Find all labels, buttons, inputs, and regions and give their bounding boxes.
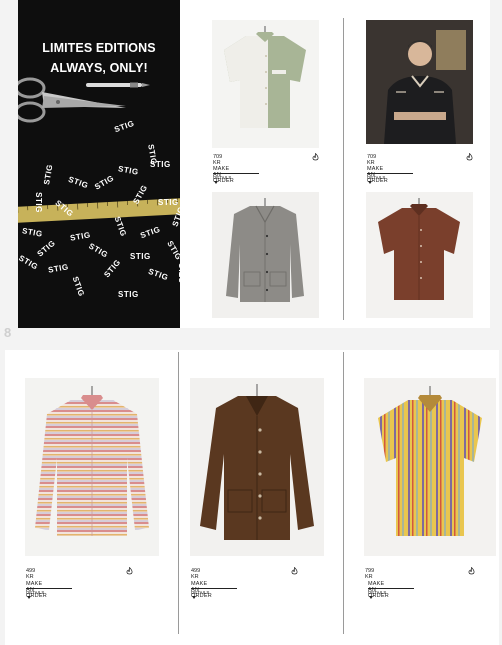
caret-down-icon[interactable] — [369, 596, 373, 599]
product-photo[interactable] — [212, 20, 319, 148]
stig-watermark: STIG — [33, 192, 43, 213]
stig-watermark: STIG — [177, 262, 180, 283]
shirt-image — [224, 26, 306, 128]
product-price: 799 KR — [365, 568, 375, 580]
product-price: 709 KR — [213, 154, 223, 166]
caret-down-icon[interactable] — [214, 181, 218, 184]
column-divider — [343, 352, 344, 634]
model-image — [366, 20, 473, 144]
stig-watermark: STIG — [35, 238, 58, 259]
stig-watermark: STIG — [70, 275, 87, 298]
caret-down-icon[interactable] — [27, 596, 31, 599]
pen-icon — [86, 82, 150, 88]
stig-watermark: STIG — [69, 230, 92, 243]
shirt-image — [378, 386, 482, 536]
order-underline — [26, 588, 72, 589]
scissors-icon — [18, 77, 126, 123]
product-photo[interactable] — [25, 378, 159, 556]
details-link[interactable]: DETAILS — [367, 175, 385, 180]
stig-watermark: STIG — [130, 252, 151, 261]
product-photo[interactable] — [364, 378, 496, 556]
jacket-image — [200, 384, 314, 540]
order-underline — [213, 173, 259, 174]
flame-icon[interactable] — [291, 567, 298, 575]
order-underline — [368, 588, 414, 589]
details-link[interactable]: DETAILS — [26, 590, 44, 595]
stig-watermark: STIG — [21, 226, 44, 239]
stig-watermark: STIG — [67, 174, 90, 191]
product-photo[interactable] — [212, 192, 319, 318]
flame-icon[interactable] — [466, 153, 473, 161]
stig-watermark: STIG — [42, 163, 55, 186]
stig-watermark: STIG — [93, 173, 116, 192]
product-price: 709 KR — [367, 154, 377, 166]
stig-watermark: STIG — [150, 160, 171, 169]
product-photo[interactable] — [190, 378, 324, 556]
caret-down-icon[interactable] — [368, 181, 372, 184]
hero-banner: LIMITES EDITIONS ALWAYS, ONLY! STIG STIG S… — [18, 0, 180, 328]
stig-watermark: STIG — [139, 224, 162, 241]
order-underline — [367, 173, 413, 174]
shirt-image — [378, 198, 460, 300]
column-divider — [178, 352, 179, 634]
details-link[interactable]: DETAILS — [368, 590, 386, 595]
stig-watermark: STIG — [165, 239, 180, 262]
flame-icon[interactable] — [312, 153, 319, 161]
product-price: 499 KR — [26, 568, 36, 580]
hero-headline-line-1: LIMITES EDITIONS — [42, 41, 156, 55]
stig-watermark: STIG — [102, 257, 123, 280]
stig-watermark: STIG — [117, 164, 140, 177]
caret-down-icon[interactable] — [192, 596, 196, 599]
stig-watermark: STIG — [118, 290, 139, 299]
details-link[interactable]: DETAILS — [191, 590, 209, 595]
product-photo[interactable] — [366, 192, 473, 318]
stig-watermark: STIG — [158, 198, 179, 207]
flame-icon[interactable] — [468, 567, 475, 575]
jacket-image — [226, 198, 304, 302]
details-link[interactable]: DETAILS — [213, 175, 231, 180]
order-underline — [191, 588, 237, 589]
product-price: 499 KR — [191, 568, 201, 580]
column-divider — [343, 18, 344, 320]
product-photo[interactable] — [366, 20, 473, 144]
stig-watermark: STIG — [87, 241, 110, 260]
flame-icon[interactable] — [126, 567, 133, 575]
shirt-image — [35, 386, 149, 536]
stig-watermark: STIG — [147, 266, 170, 283]
stig-watermark: STIG — [18, 253, 40, 272]
page-number: 8 — [4, 325, 12, 340]
stig-watermark: STIG — [47, 262, 70, 275]
